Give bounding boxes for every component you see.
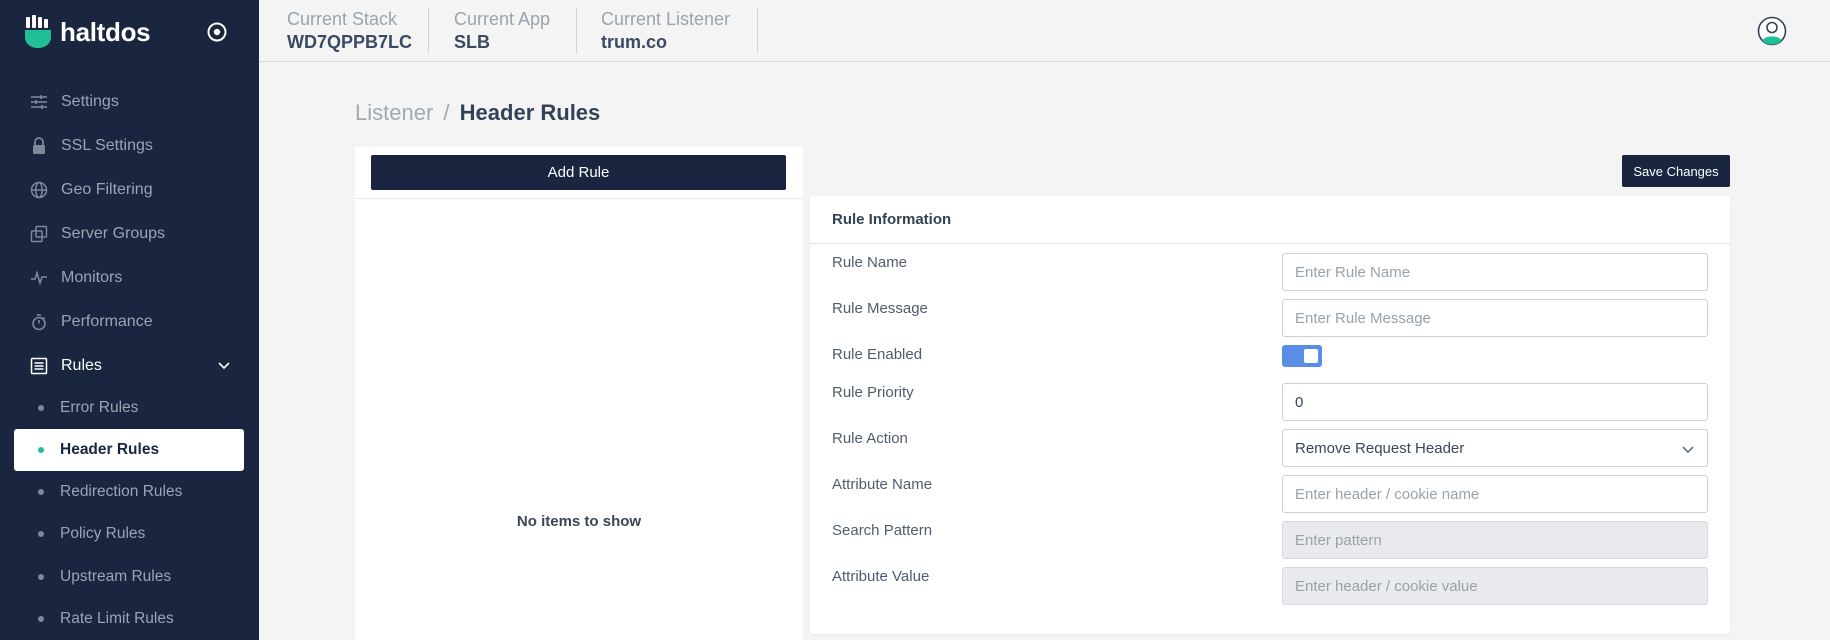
bullet-dot: [38, 489, 44, 495]
page-title: Header Rules: [459, 100, 601, 125]
rule-priority-input[interactable]: [1282, 383, 1708, 421]
brand[interactable]: haltdos: [24, 14, 151, 50]
current-app[interactable]: Current App SLB: [454, 8, 550, 54]
stopwatch-icon: [29, 312, 49, 332]
target-icon[interactable]: [206, 21, 228, 43]
rule-enabled-toggle[interactable]: [1282, 345, 1322, 367]
rule-enabled-label: Rule Enabled: [832, 346, 923, 363]
rule-message-input[interactable]: [1282, 299, 1708, 337]
bullet-dot: [38, 531, 44, 537]
sidebar-item-label: Monitors: [61, 269, 123, 286]
sidebar-item-label: Performance: [61, 313, 153, 330]
globe-icon: [29, 180, 49, 200]
current-app-label: Current App: [454, 9, 551, 29]
lock-icon: [29, 136, 49, 156]
save-changes-button[interactable]: Save Changes: [1622, 155, 1730, 187]
sidebar-subitem-label: Header Rules: [60, 441, 160, 458]
sliders-icon: [29, 92, 49, 112]
current-listener[interactable]: Current Listener trum.co: [601, 8, 730, 54]
rules-list-panel: Add Rule No items to show: [355, 147, 803, 640]
sidebar-subitem-label: Policy Rules: [60, 525, 146, 542]
sidebar-item-label: Server Groups: [61, 225, 166, 242]
current-app-value: SLB: [454, 32, 490, 52]
sidebar-item-geo-filtering[interactable]: Geo Filtering: [0, 168, 259, 212]
attribute-name-label: Attribute Name: [832, 476, 933, 493]
sidebar-item-settings[interactable]: Settings: [0, 80, 259, 124]
attribute-value-input[interactable]: [1282, 567, 1708, 605]
search-pattern-input[interactable]: [1282, 521, 1708, 559]
divider: [757, 8, 758, 53]
breadcrumb-separator: /: [443, 100, 450, 125]
sidebar-subitem-error-rules[interactable]: Error Rules: [14, 387, 244, 429]
sidebar-item-label: Geo Filtering: [61, 181, 153, 198]
sidebar-item-label: Settings: [61, 93, 119, 110]
empty-state-text: No items to show: [516, 513, 642, 530]
brand-name: haltdos: [60, 16, 151, 47]
server-groups-icon: [29, 224, 49, 244]
divider: [576, 8, 577, 53]
rule-information-card: Rule Information Rule Name Rule Message …: [810, 196, 1730, 634]
divider: [428, 8, 429, 53]
sidebar-subitem-label: Upstream Rules: [60, 568, 172, 585]
sidebar-subitem-label: Error Rules: [60, 399, 139, 416]
rule-name-label: Rule Name: [832, 254, 908, 271]
sidebar-subitem-redirection-rules[interactable]: Redirection Rules: [14, 471, 244, 513]
attribute-value-label: Attribute Value: [832, 568, 930, 585]
chevron-down-icon: [218, 362, 230, 370]
current-stack-value: WD7QPPB7LC: [287, 32, 413, 52]
current-listener-value: trum.co: [601, 32, 668, 52]
rule-priority-label: Rule Priority: [832, 384, 914, 401]
current-listener-label: Current Listener: [601, 9, 731, 29]
search-pattern-label: Search Pattern: [832, 522, 933, 539]
add-rule-button[interactable]: Add Rule: [371, 155, 786, 190]
card-header: Rule Information: [810, 196, 1730, 244]
bullet-dot: [38, 405, 44, 411]
rule-action-label: Rule Action: [832, 430, 908, 447]
rule-message-label: Rule Message: [832, 300, 928, 317]
rule-action-value: Remove Request Header: [1295, 439, 1465, 457]
sidebar-subitem-label: Redirection Rules: [60, 483, 183, 500]
sidebar-subitem-policy-rules[interactable]: Policy Rules: [14, 513, 244, 555]
sidebar-subitem-header-rules[interactable]: Header Rules: [14, 429, 244, 471]
sidebar-subitem-upstream-rules[interactable]: Upstream Rules: [14, 556, 244, 598]
rule-name-input[interactable]: [1282, 253, 1708, 291]
chevron-down-icon: [1682, 446, 1694, 453]
current-stack[interactable]: Current Stack WD7QPPB7LC: [287, 8, 412, 54]
breadcrumb: Listener / Header Rules: [355, 100, 600, 126]
bullet-dot: [38, 616, 44, 622]
divider: [355, 198, 803, 199]
card-title: Rule Information: [832, 211, 952, 228]
list-icon: [29, 356, 49, 376]
sidebar-item-server-groups[interactable]: Server Groups: [0, 212, 259, 256]
sidebar-item-rules[interactable]: Rules: [0, 344, 259, 388]
bullet-dot: [38, 574, 44, 580]
top-bar: Current Stack WD7QPPB7LC Current App SLB…: [259, 0, 1830, 62]
rule-action-select[interactable]: Remove Request Header: [1282, 429, 1708, 467]
bullet-dot: [38, 447, 44, 453]
sidebar-item-monitors[interactable]: Monitors: [0, 256, 259, 300]
sidebar-item-label: SSL Settings: [61, 137, 153, 154]
sidebar-subitem-rate-limit-rules[interactable]: Rate Limit Rules: [14, 598, 244, 640]
pulse-icon: [29, 268, 49, 288]
attribute-name-input[interactable]: [1282, 475, 1708, 513]
toggle-knob: [1304, 349, 1318, 363]
haltdos-logo-icon: [25, 15, 51, 48]
current-stack-label: Current Stack: [287, 9, 398, 29]
sidebar: haltdos Settings SSL Settings Geo Filter…: [0, 0, 259, 640]
user-avatar-icon[interactable]: [1757, 16, 1787, 46]
sidebar-item-performance[interactable]: Performance: [0, 300, 259, 344]
sidebar-item-ssl-settings[interactable]: SSL Settings: [0, 124, 259, 168]
breadcrumb-parent[interactable]: Listener: [355, 100, 433, 125]
sidebar-subitem-label: Rate Limit Rules: [60, 610, 174, 627]
sidebar-item-label: Rules: [61, 357, 102, 374]
